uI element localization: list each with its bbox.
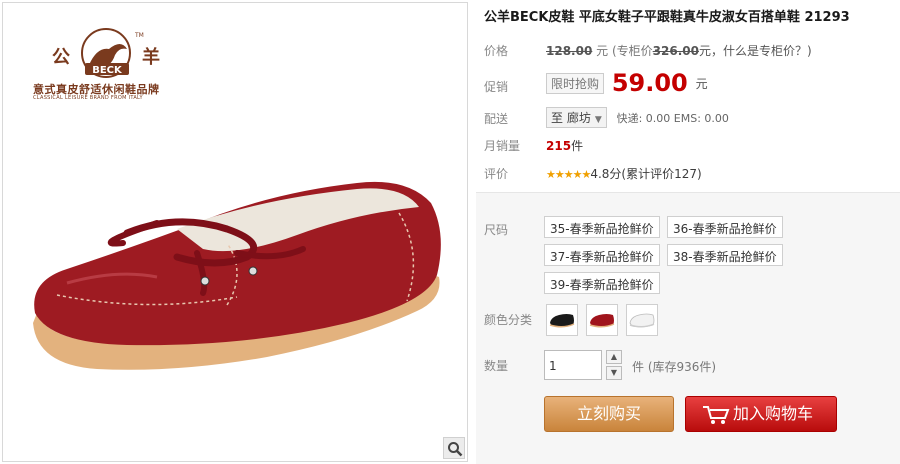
magnifier-icon xyxy=(448,442,463,457)
shipping-label: 配送 xyxy=(484,112,509,126)
quantity-label: 数量 xyxy=(484,359,509,373)
shopping-cart-icon xyxy=(703,406,730,424)
counter-price-help-link[interactable]: 元，什么是专柜价？) xyxy=(699,44,812,58)
brand-latin: BECK xyxy=(92,65,123,76)
shoe-thumbnail-white-icon xyxy=(629,313,655,328)
size-option-35[interactable]: 35-春季新品抢鲜价 xyxy=(544,216,660,238)
sales-unit: 件 xyxy=(571,139,584,153)
purchase-options: 尺码 35-春季新品抢鲜价 36-春季新品抢鲜价 37-春季新品抢鲜价 38-春… xyxy=(476,192,900,464)
product-info-panel: 公羊BECK皮鞋 平底女鞋子平跟鞋真牛皮淑女百搭单鞋 21293 价格 128.… xyxy=(476,0,900,464)
color-option-red[interactable] xyxy=(586,304,618,336)
rating-label: 评价 xyxy=(484,167,509,181)
size-option-39[interactable]: 39-春季新品抢鲜价 xyxy=(544,272,660,294)
shipping-city: 廊坊 xyxy=(566,111,591,125)
dropdown-arrow-icon: ▼ xyxy=(594,115,602,125)
shipping-row: 至 廊坊 ▼ 快递: 0.00 EMS: 0.00 xyxy=(546,107,729,128)
zoom-button[interactable] xyxy=(443,437,465,459)
shoe-thumbnail-black-icon xyxy=(549,314,575,328)
price-label: 价格 xyxy=(484,44,509,58)
stock-info: 件 (库存936件) xyxy=(632,360,717,374)
quantity-input[interactable]: 1 xyxy=(544,350,602,380)
promo-price: 59.00 xyxy=(611,69,688,97)
price-yuan: 元 xyxy=(596,44,609,58)
monthly-sales-count: 215 xyxy=(546,139,572,153)
price-row: 128.00 元 (专柜价326.00元，什么是专柜价？) xyxy=(546,42,812,59)
buy-now-button[interactable]: 立刻购买 xyxy=(544,396,674,432)
sales-label: 月销量 xyxy=(484,139,521,153)
counter-price: 326.00 xyxy=(652,44,699,58)
color-option-white[interactable] xyxy=(626,304,658,336)
brand-logo: BECK 公 羊 TM 意式真皮舒适休闲鞋品牌 CLASSICAL LEISUR… xyxy=(31,27,181,107)
shoe-thumbnail-red-icon xyxy=(589,314,615,328)
color-label: 颜色分类 xyxy=(484,313,533,327)
size-option-36[interactable]: 36-春季新品抢鲜价 xyxy=(667,216,783,238)
product-image-panel[interactable]: BECK 公 羊 TM 意式真皮舒适休闲鞋品牌 CLASSICAL LEISUR… xyxy=(2,2,468,462)
quantity-decrease-button[interactable]: ▼ xyxy=(606,366,622,380)
rating-row[interactable]: ★★★★★4.8分(累计评价127) xyxy=(546,165,702,182)
shoe-photo xyxy=(33,181,441,370)
brand-cn-right: 羊 xyxy=(142,46,160,68)
product-title: 公羊BECK皮鞋 平底女鞋子平跟鞋真牛皮淑女百搭单鞋 21293 xyxy=(484,10,850,25)
rating-stars-icon: ★★★★★ xyxy=(546,168,591,181)
promo-yuan: 元 xyxy=(695,76,708,91)
color-option-black[interactable] xyxy=(546,304,578,336)
brand-cn-left: 公 xyxy=(52,47,70,68)
size-option-37[interactable]: 37-春季新品抢鲜价 xyxy=(544,244,660,266)
brand-emblem: BECK 公 羊 TM xyxy=(52,28,160,78)
size-option-38[interactable]: 38-春季新品抢鲜价 xyxy=(667,244,783,266)
rating-score: 4.8分(累计评价127) xyxy=(590,167,702,181)
shipping-fees: 快递: 0.00 EMS: 0.00 xyxy=(616,112,729,125)
brand-tm: TM xyxy=(134,32,144,39)
quantity-increase-button[interactable]: ▲ xyxy=(606,350,622,364)
size-label: 尺码 xyxy=(484,223,509,237)
add-to-cart-label: 加入购物车 xyxy=(733,404,814,423)
promo-tag: 限时抢购 xyxy=(546,72,605,94)
promo-row: 限时抢购 59.00 元 xyxy=(546,69,708,97)
counter-price-open: (专柜价 xyxy=(611,44,653,58)
brand-slogan-en: CLASSICAL LEISURE BRAND FROM ITALY xyxy=(33,95,143,101)
sales-row: 215件 xyxy=(546,137,583,154)
shipping-prefix: 至 xyxy=(551,111,564,125)
shipping-destination-select[interactable]: 至 廊坊 ▼ xyxy=(546,107,607,128)
original-price: 128.00 xyxy=(546,44,593,58)
promo-label: 促销 xyxy=(484,80,509,94)
add-to-cart-button[interactable]: 加入购物车 xyxy=(685,396,837,432)
